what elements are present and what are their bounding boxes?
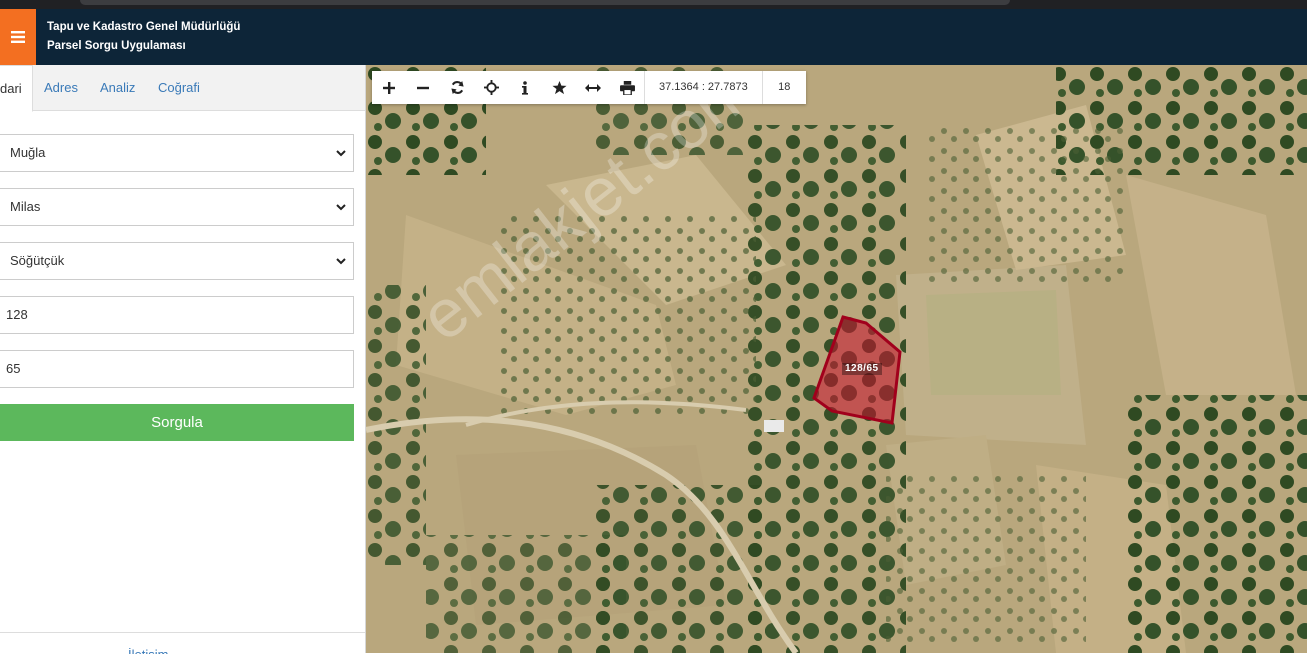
tab-bar: dari Adres Analiz Coğrafi (0, 65, 365, 112)
neighborhood-select[interactable]: Söğütçük (0, 242, 354, 280)
sidebar-footer: İletişim (0, 632, 365, 654)
map-view[interactable]: emlakjet.com 128/65 37.1364 : 27.7873 18 (366, 65, 1307, 653)
province-value: Muğla (10, 145, 46, 160)
favorite-star-icon (551, 80, 567, 95)
zoom-out-icon (417, 86, 429, 89)
province-select[interactable]: Muğla (0, 134, 354, 172)
zoom-level: 18 (761, 71, 806, 104)
zoom-out-button[interactable] (406, 71, 440, 104)
tab-idari[interactable]: dari (0, 65, 33, 112)
contact-link[interactable]: İletişim (128, 648, 168, 654)
print-icon (619, 80, 635, 95)
chevron-down-icon (336, 258, 346, 265)
chevron-down-icon (336, 150, 346, 157)
menu-button[interactable] (0, 9, 36, 65)
favorite-button[interactable] (542, 71, 576, 104)
app-header: Tapu ve Kadastro Genel Müdürlüğü Parsel … (0, 9, 1307, 65)
neighborhood-value: Söğütçük (10, 253, 65, 268)
refresh-button[interactable] (440, 71, 474, 104)
measure-button[interactable] (576, 71, 610, 104)
locate-icon (483, 80, 499, 95)
info-icon (522, 80, 528, 95)
block-input[interactable]: 128 (0, 296, 354, 334)
measure-icon (585, 83, 601, 92)
hamburger-icon (11, 31, 25, 43)
satellite-imagery (366, 65, 1307, 653)
app-title-line1: Tapu ve Kadastro Genel Müdürlüğü (47, 21, 241, 33)
parcel-value: 65 (6, 361, 21, 376)
tab-analiz[interactable]: Analiz (100, 65, 135, 111)
map-toolbar: 37.1364 : 27.7873 18 (372, 71, 806, 104)
info-button[interactable] (508, 71, 542, 104)
parcel-label: 128/65 (842, 363, 882, 375)
query-sidebar: dari Adres Analiz Coğrafi Muğla Milas Sö… (0, 65, 366, 654)
chevron-down-icon (336, 204, 346, 211)
app-title: Tapu ve Kadastro Genel Müdürlüğü Parsel … (47, 18, 240, 56)
refresh-icon (450, 80, 464, 95)
tab-adres[interactable]: Adres (44, 65, 78, 111)
parcel-input[interactable]: 65 (0, 350, 354, 388)
district-select[interactable]: Milas (0, 188, 354, 226)
block-value: 128 (6, 307, 28, 322)
app-title-line2: Parsel Sorgu Uygulaması (47, 40, 186, 52)
tab-cografi[interactable]: Coğrafi (158, 65, 200, 111)
zoom-in-icon (383, 81, 395, 94)
district-value: Milas (10, 199, 41, 214)
query-button[interactable]: Sorgula (0, 404, 354, 441)
browser-address-pill (80, 0, 1010, 5)
print-button[interactable] (610, 71, 644, 104)
browser-tab-strip (0, 0, 1307, 9)
coordinate-readout: 37.1364 : 27.7873 (644, 71, 762, 104)
zoom-in-button[interactable] (372, 71, 406, 104)
locate-button[interactable] (474, 71, 508, 104)
